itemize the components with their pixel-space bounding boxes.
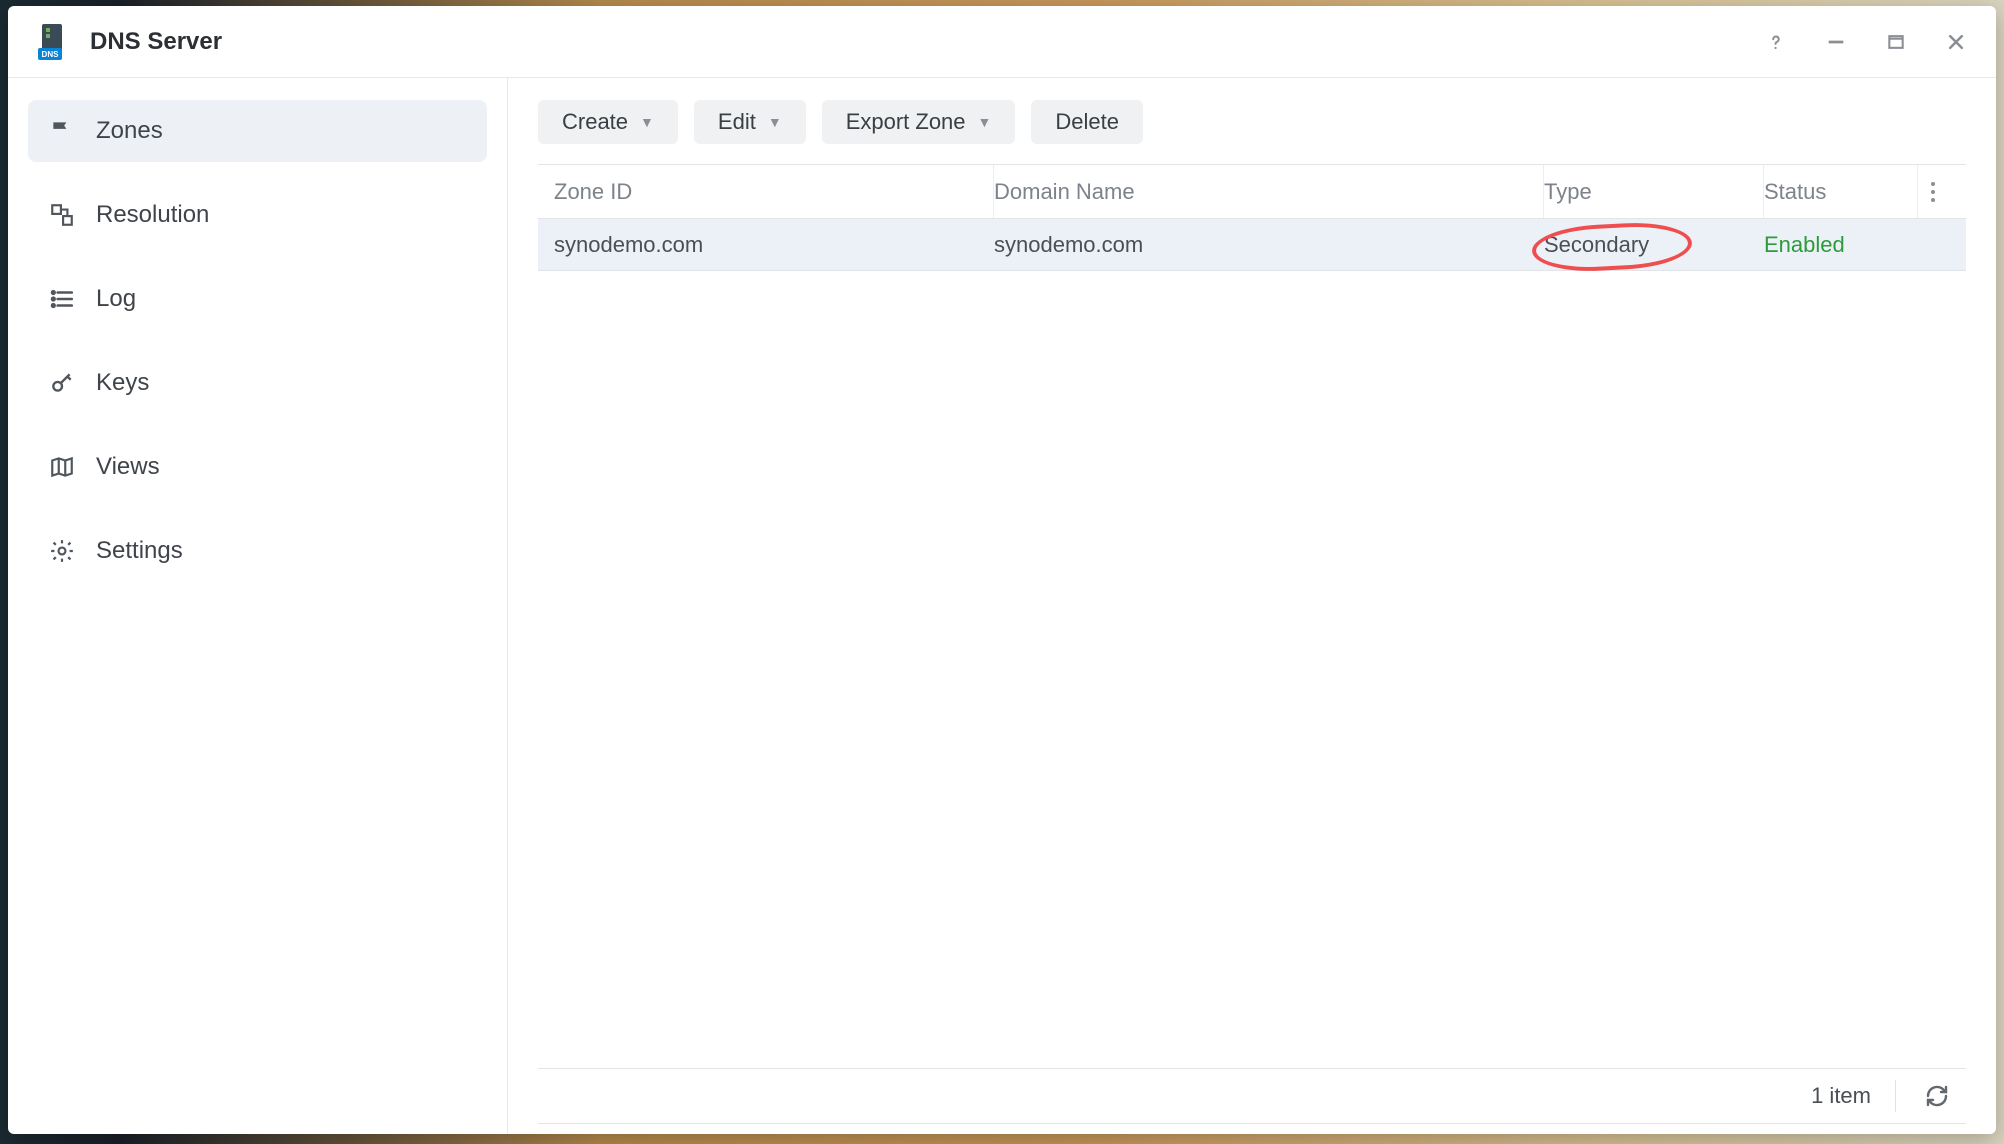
chevron-down-icon: ▼ xyxy=(768,114,782,130)
type-value: Secondary xyxy=(1544,232,1649,257)
chevron-down-icon: ▼ xyxy=(640,114,654,130)
cell-status: Enabled xyxy=(1764,232,1918,258)
app-icon: DNS xyxy=(36,22,72,62)
sidebar-item-label: Keys xyxy=(96,369,149,397)
delete-button[interactable]: Delete xyxy=(1031,100,1143,144)
chevron-down-icon: ▼ xyxy=(978,114,992,130)
resolve-icon xyxy=(48,201,76,229)
button-label: Export Zone xyxy=(846,109,966,135)
sidebar: Zones Resolution Log Keys xyxy=(8,78,508,1134)
main-panel: Create ▼ Edit ▼ Export Zone ▼ Delete Zon… xyxy=(508,78,1996,1134)
maximize-button[interactable] xyxy=(1876,22,1916,62)
cell-domain-name: synodemo.com xyxy=(994,232,1544,258)
minimize-button[interactable] xyxy=(1816,22,1856,62)
app-window: DNS DNS Server Zones xyxy=(8,6,1996,1134)
edit-button[interactable]: Edit ▼ xyxy=(694,100,806,144)
col-type[interactable]: Type xyxy=(1544,165,1764,218)
column-options-button[interactable] xyxy=(1918,165,1958,218)
button-label: Create xyxy=(562,109,628,135)
sidebar-item-settings[interactable]: Settings xyxy=(28,520,487,582)
divider xyxy=(1895,1080,1896,1112)
zones-table: Zone ID Domain Name Type Status synodemo… xyxy=(538,164,1966,1068)
sidebar-item-keys[interactable]: Keys xyxy=(28,352,487,414)
table-row[interactable]: synodemo.com synodemo.com Secondary Enab… xyxy=(538,219,1966,271)
sidebar-item-label: Settings xyxy=(96,537,183,565)
cell-zone-id: synodemo.com xyxy=(554,232,994,258)
col-domain-name[interactable]: Domain Name xyxy=(994,165,1544,218)
list-icon xyxy=(48,285,76,313)
sidebar-item-label: Views xyxy=(96,453,160,481)
sidebar-item-resolution[interactable]: Resolution xyxy=(28,184,487,246)
item-count: 1 item xyxy=(1811,1083,1871,1109)
button-label: Edit xyxy=(718,109,756,135)
titlebar: DNS DNS Server xyxy=(8,6,1996,78)
sidebar-item-log[interactable]: Log xyxy=(28,268,487,330)
table-header: Zone ID Domain Name Type Status xyxy=(538,165,1966,219)
sidebar-item-label: Resolution xyxy=(96,201,209,229)
col-status[interactable]: Status xyxy=(1764,165,1918,218)
svg-text:DNS: DNS xyxy=(42,50,60,59)
table-body: synodemo.com synodemo.com Secondary Enab… xyxy=(538,219,1966,1068)
sidebar-item-zones[interactable]: Zones xyxy=(28,100,487,162)
sidebar-item-views[interactable]: Views xyxy=(28,436,487,498)
export-zone-button[interactable]: Export Zone ▼ xyxy=(822,100,1016,144)
button-label: Delete xyxy=(1055,109,1119,135)
create-button[interactable]: Create ▼ xyxy=(538,100,678,144)
key-icon xyxy=(48,369,76,397)
gear-icon xyxy=(48,537,76,565)
app-title: DNS Server xyxy=(90,28,222,56)
flag-icon xyxy=(48,117,76,145)
cell-type: Secondary xyxy=(1544,232,1764,258)
refresh-button[interactable] xyxy=(1920,1084,1954,1108)
close-button[interactable] xyxy=(1936,22,1976,62)
toolbar: Create ▼ Edit ▼ Export Zone ▼ Delete xyxy=(538,100,1966,164)
col-zone-id[interactable]: Zone ID xyxy=(554,165,994,218)
sidebar-item-label: Log xyxy=(96,285,136,313)
help-button[interactable] xyxy=(1756,22,1796,62)
sidebar-item-label: Zones xyxy=(96,117,163,145)
map-icon xyxy=(48,453,76,481)
statusbar: 1 item xyxy=(538,1068,1966,1124)
